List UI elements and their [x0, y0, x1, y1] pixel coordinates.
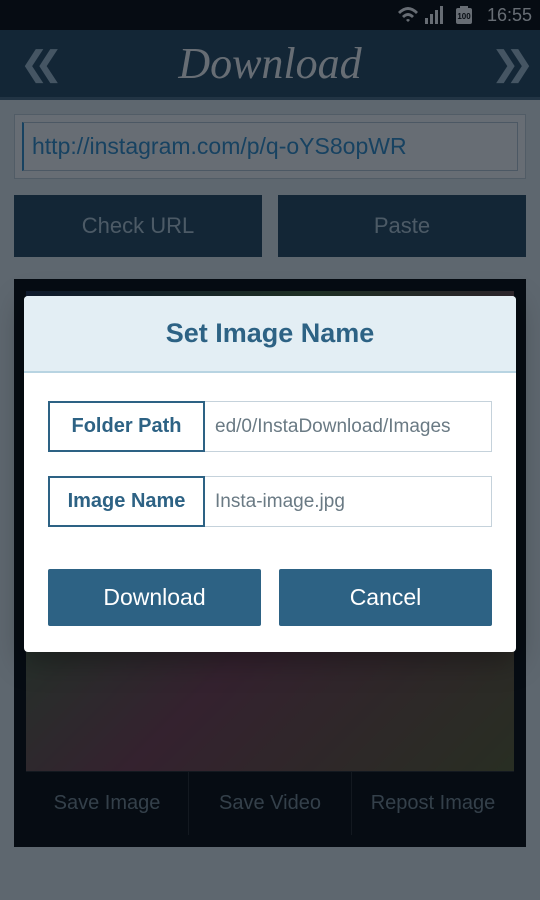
image-name-input[interactable]: Insta-image.jpg — [205, 476, 492, 527]
dialog-body: Folder Path ed/0/InstaDownload/Images Im… — [24, 373, 516, 559]
folder-path-value[interactable]: ed/0/InstaDownload/Images — [205, 401, 492, 452]
dialog-buttons: Download Cancel — [24, 559, 516, 652]
cancel-button[interactable]: Cancel — [279, 569, 492, 626]
image-name-row: Image Name Insta-image.jpg — [48, 476, 492, 527]
folder-path-row: Folder Path ed/0/InstaDownload/Images — [48, 401, 492, 452]
modal-overlay[interactable]: Set Image Name Folder Path ed/0/InstaDow… — [0, 0, 540, 900]
set-image-name-dialog: Set Image Name Folder Path ed/0/InstaDow… — [24, 296, 516, 652]
image-name-label: Image Name — [48, 476, 205, 527]
dialog-title: Set Image Name — [24, 296, 516, 373]
download-button[interactable]: Download — [48, 569, 261, 626]
folder-path-label: Folder Path — [48, 401, 205, 452]
